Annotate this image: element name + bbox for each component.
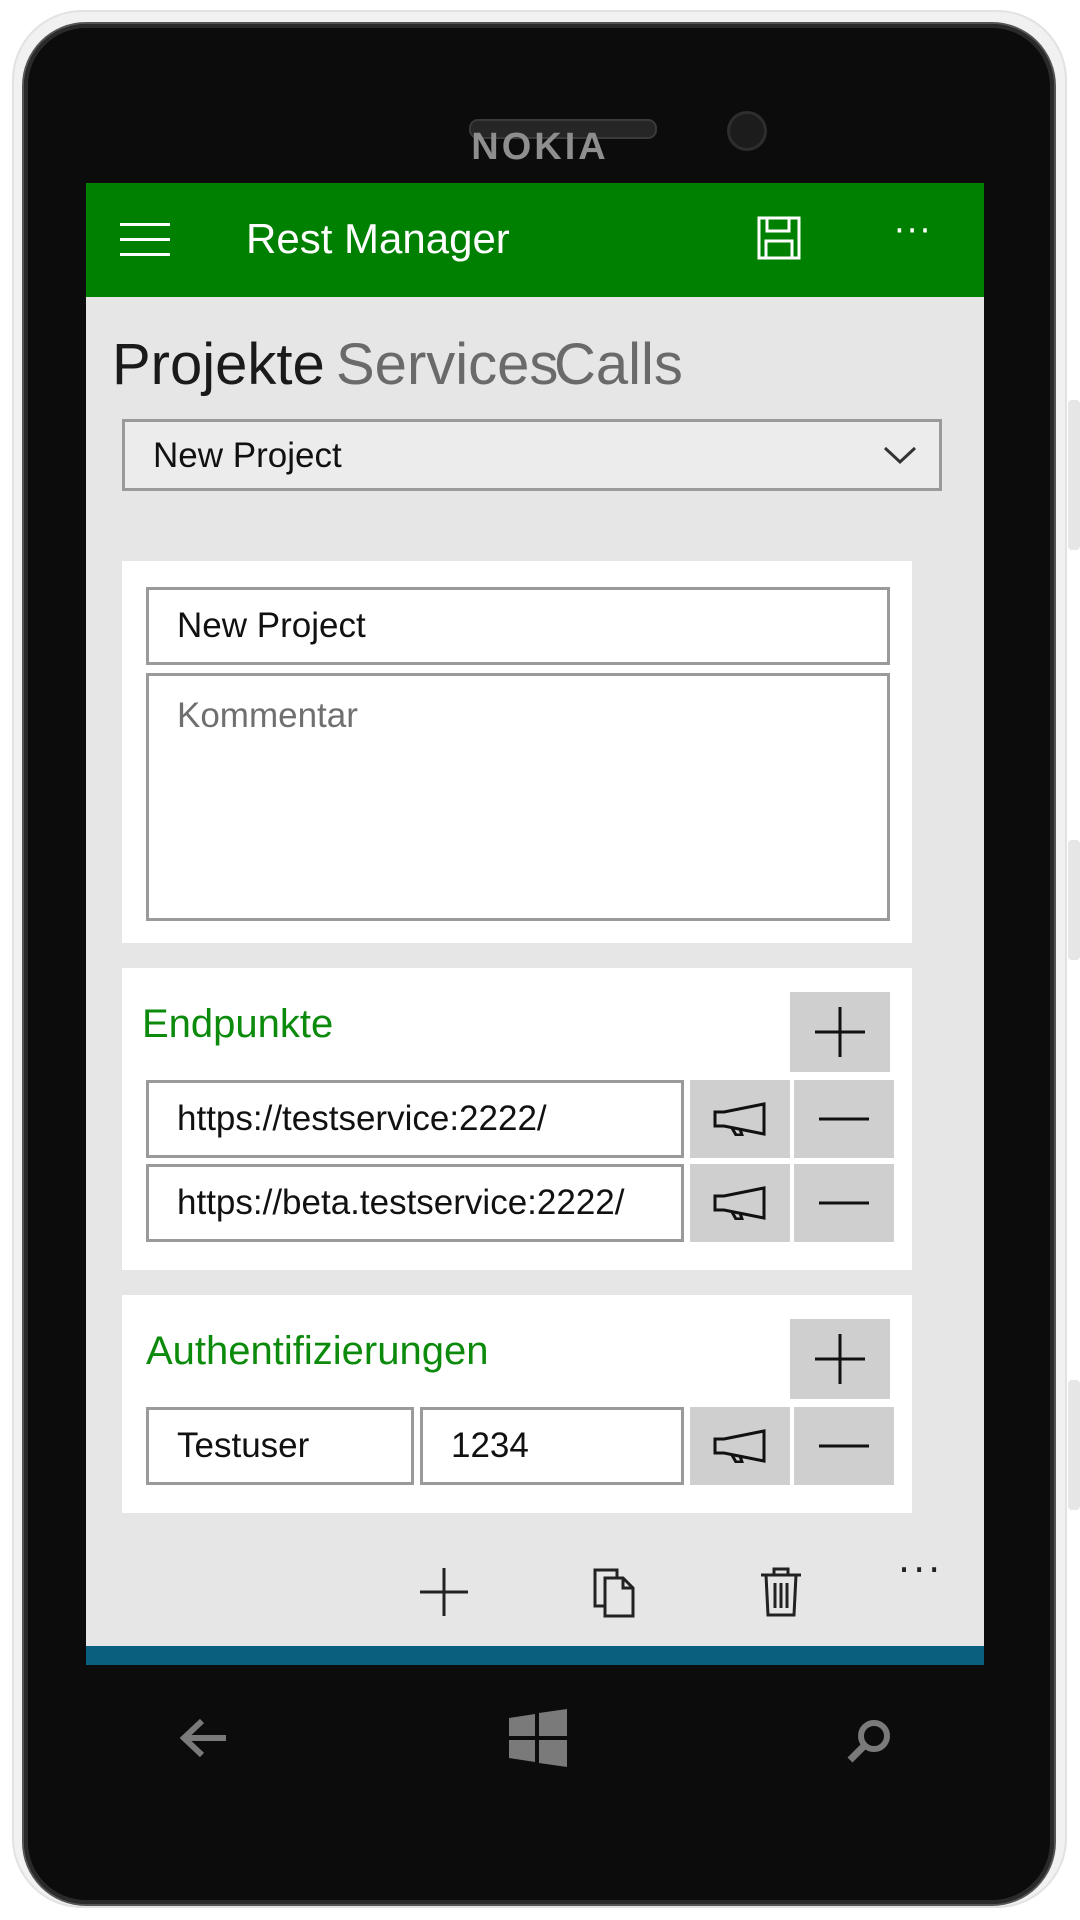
tab-calls[interactable]: Calls — [554, 331, 683, 398]
chevron-down-icon — [883, 446, 917, 465]
device-side-button — [1068, 1380, 1080, 1510]
auth-title: Authentifizierungen — [146, 1329, 489, 1373]
remove-auth-button[interactable] — [794, 1407, 894, 1485]
plus-icon — [815, 1007, 865, 1057]
test-endpoint-button[interactable] — [690, 1080, 790, 1158]
megaphone-icon — [713, 1102, 766, 1136]
project-dropdown[interactable]: New Project — [122, 419, 942, 491]
minus-icon — [819, 1201, 869, 1205]
endpoints-card: Endpunkte https://testservice:2222/ http… — [122, 968, 912, 1270]
minus-icon — [819, 1444, 869, 1448]
app-title: Rest Manager — [246, 215, 510, 262]
comment-field[interactable]: Kommentar — [146, 673, 890, 921]
plus-icon — [815, 1334, 865, 1384]
device-side-button — [1068, 840, 1080, 960]
command-bar: ··· — [86, 1528, 984, 1646]
device-side-button — [1068, 400, 1080, 550]
auth-user-field[interactable]: Testuser — [146, 1407, 414, 1485]
remove-endpoint-button[interactable] — [794, 1164, 894, 1242]
plus-icon — [420, 1568, 468, 1616]
more-icon[interactable]: ··· — [894, 211, 932, 251]
add-project-button[interactable] — [416, 1564, 472, 1620]
search-icon[interactable] — [846, 1718, 894, 1766]
hamburger-icon[interactable] — [120, 223, 170, 256]
megaphone-icon — [713, 1429, 766, 1463]
tab-projekte[interactable]: Projekte — [112, 331, 325, 398]
auth-password-field[interactable]: 1234 — [420, 1407, 684, 1485]
copy-icon — [593, 1568, 635, 1618]
delete-icon — [761, 1567, 801, 1617]
delete-project-button[interactable] — [753, 1564, 809, 1620]
app-bar: Rest Manager ··· — [86, 183, 984, 297]
copy-project-button[interactable] — [586, 1564, 642, 1620]
test-endpoint-button[interactable] — [690, 1164, 790, 1242]
project-name-field[interactable]: New Project — [146, 587, 890, 665]
save-icon[interactable] — [756, 215, 802, 261]
project-dropdown-value: New Project — [153, 436, 342, 475]
endpoints-title: Endpunkte — [142, 1002, 334, 1046]
more-icon[interactable]: ··· — [898, 1548, 943, 1592]
add-auth-button[interactable] — [790, 1319, 890, 1399]
bottom-accent-bar — [86, 1646, 984, 1665]
app-screen: Rest Manager ··· Projekte Services Calls… — [86, 183, 984, 1665]
minus-icon — [819, 1117, 869, 1121]
auth-card: Authentifizierungen Testuser 1234 — [122, 1295, 912, 1513]
windows-icon[interactable] — [507, 1708, 569, 1768]
back-icon[interactable] — [180, 1718, 230, 1758]
remove-endpoint-button[interactable] — [794, 1080, 894, 1158]
tab-services[interactable]: Services — [336, 331, 558, 398]
megaphone-icon — [713, 1186, 766, 1220]
endpoint-url-field[interactable]: https://beta.testservice:2222/ — [146, 1164, 684, 1242]
endpoint-url-field[interactable]: https://testservice:2222/ — [146, 1080, 684, 1158]
project-card: New Project Kommentar — [122, 561, 912, 943]
test-auth-button[interactable] — [690, 1407, 790, 1485]
device-brand-logo: NOKIA — [471, 126, 609, 168]
add-endpoint-button[interactable] — [790, 992, 890, 1072]
